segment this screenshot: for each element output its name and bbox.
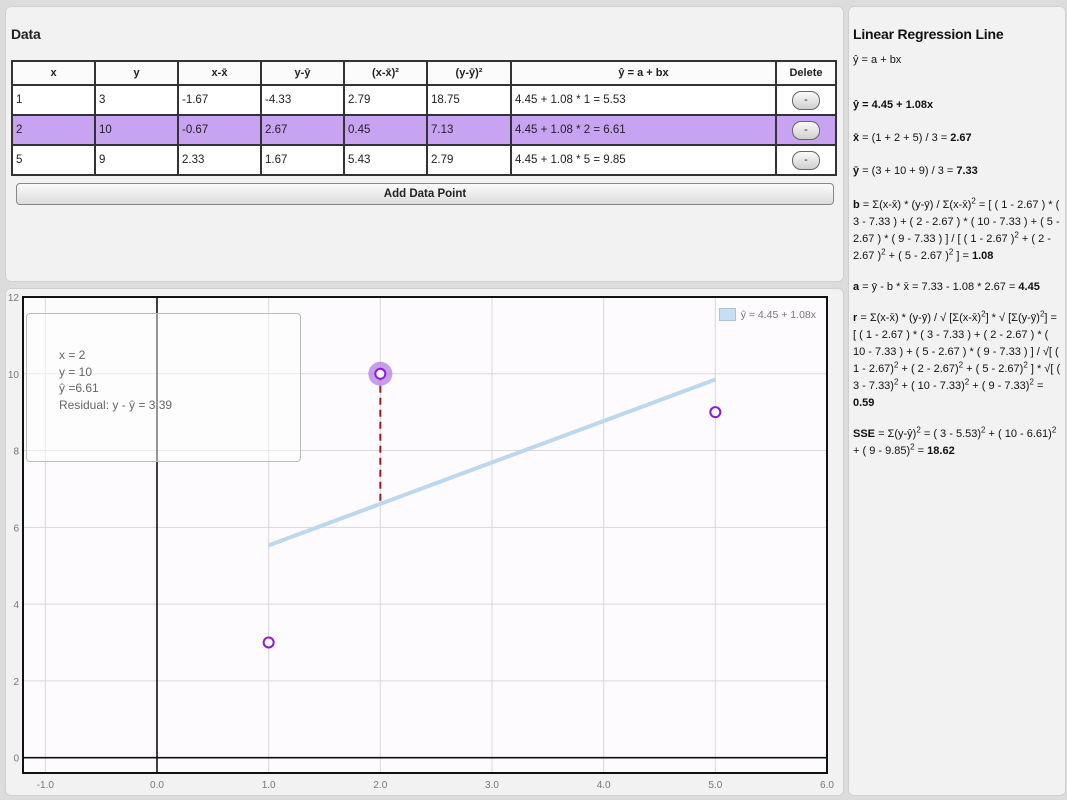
table-row[interactable]: 5 9 2.33 1.67 5.43 2.79 4.45 + 1.08 * 5 … xyxy=(11,144,837,176)
tooltip-residual: Residual: y - ŷ = 3.39 xyxy=(59,397,173,412)
table-header-row: x y x-x̄ y-ȳ (x-x̄)² (y-ȳ)² ŷ = a + bx D… xyxy=(11,60,837,86)
cell-yhat: 4.45 + 1.08 * 2 = 6.61 xyxy=(510,114,777,146)
chart-panel: -1.0 0.0 1.0 2.0 3.0 4.0 5.0 6.0 0 2 4 6 8 10 12 x = 2… xyxy=(5,288,844,796)
cell-yhat: 4.45 + 1.08 * 5 = 9.85 xyxy=(510,144,777,176)
legend-label: ŷ = 4.45 + 1.08x xyxy=(740,308,816,321)
regression-equation: ŷ = 4.45 + 1.08x xyxy=(853,99,934,111)
cell-dx2: 2.79 xyxy=(343,84,428,116)
delete-row-button[interactable]: - xyxy=(792,150,820,170)
header-yhat: ŷ = a + bx xyxy=(510,60,777,86)
tooltip-y: y = 10 xyxy=(59,364,93,379)
x-tick-label: 1.0 xyxy=(262,780,276,791)
data-table: x y x-x̄ y-ȳ (x-x̄)² (y-ȳ)² ŷ = a + bx D… xyxy=(11,60,837,176)
cell-y[interactable]: 10 xyxy=(94,114,179,146)
table-row-selected[interactable]: 2 10 -0.67 2.67 0.45 7.13 4.45 + 1.08 * … xyxy=(11,114,837,146)
mean-x-calc: x̄ = (1 + 2 + 5) / 3 = 2.67 xyxy=(853,132,972,144)
y-tick-label: 8 xyxy=(13,447,19,458)
cell-yhat: 4.45 + 1.08 * 1 = 5.53 xyxy=(510,84,777,116)
sse-calc: SSE = Σ(y-ŷ)2 = ( 3 - 5.53)2 + ( 10 - 6.… xyxy=(853,425,1057,457)
cell-dx: -0.67 xyxy=(177,114,262,146)
cell-delete: - xyxy=(775,114,837,146)
cell-x[interactable]: 5 xyxy=(11,144,96,176)
cell-delete: - xyxy=(775,144,837,176)
header-dy: y-ȳ xyxy=(260,60,345,86)
cell-dx: -1.67 xyxy=(177,84,262,116)
cell-dy2: 18.75 xyxy=(426,84,512,116)
x-tick-label: 4.0 xyxy=(597,780,611,791)
delete-row-button[interactable]: - xyxy=(792,120,820,140)
add-data-point-button[interactable]: Add Data Point xyxy=(16,183,834,205)
chart-legend[interactable]: ŷ = 4.45 + 1.08x xyxy=(718,308,816,321)
cell-dy2: 7.13 xyxy=(426,114,512,146)
mean-y-calc: ȳ = (3 + 10 + 9) / 3 = 7.33 xyxy=(853,165,978,177)
delete-row-button[interactable]: - xyxy=(792,90,820,110)
data-point[interactable] xyxy=(709,406,722,419)
regression-title: Linear Regression Line xyxy=(853,26,1004,42)
header-delete: Delete xyxy=(775,60,837,86)
header-y[interactable]: y xyxy=(94,60,179,86)
x-tick-label: 3.0 xyxy=(485,780,499,791)
cell-dx2: 5.43 xyxy=(343,144,428,176)
cell-dx2: 0.45 xyxy=(343,114,428,146)
cell-y[interactable]: 3 xyxy=(94,84,179,116)
legend-swatch xyxy=(718,308,736,321)
x-tick-label: 5.0 xyxy=(708,780,722,791)
slope-calc: b = Σ(x-x̄) * (y-ȳ) / Σ(x-x̄)2 = [ ( 1 -… xyxy=(853,196,1060,262)
data-title: Data xyxy=(11,26,41,42)
header-dy2: (y-ȳ)² xyxy=(426,60,512,86)
y-tick-label: 10 xyxy=(8,370,20,381)
correlation-calc: r = Σ(x-x̄) * (y-ȳ) / √ [Σ(x-x̄)2] * √ [… xyxy=(853,309,1061,409)
point-tooltip: x = 2 y = 10 ŷ =6.61 Residual: y - ŷ = 3… xyxy=(26,313,301,462)
header-dx: x-x̄ xyxy=(177,60,262,86)
x-tick-label: -1.0 xyxy=(37,780,55,791)
cell-dy: -4.33 xyxy=(260,84,345,116)
y-tick-label: 2 xyxy=(13,677,19,688)
tooltip-x: x = 2 xyxy=(59,348,86,362)
data-panel: Data x y x-x̄ y-ȳ (x-x̄)² (y-ȳ)² ŷ = a +… xyxy=(5,6,844,282)
y-tick-label: 4 xyxy=(13,600,19,611)
cell-dy2: 2.79 xyxy=(426,144,512,176)
data-point[interactable] xyxy=(262,636,275,649)
cell-dy: 1.67 xyxy=(260,144,345,176)
header-x[interactable]: x xyxy=(11,60,96,86)
cell-dx: 2.33 xyxy=(177,144,262,176)
cell-delete: - xyxy=(775,84,837,116)
x-tick-label: 6.0 xyxy=(820,780,834,791)
general-formula: ŷ = a + bx xyxy=(853,54,902,66)
x-tick-label: 2.0 xyxy=(373,780,387,791)
header-dx2: (x-x̄)² xyxy=(343,60,428,86)
intercept-calc: a = ȳ - b * x̄ = 7.33 - 1.08 * 2.67 = 4.… xyxy=(853,281,1040,293)
y-tick-label: 6 xyxy=(13,523,19,534)
cell-dy: 2.67 xyxy=(260,114,345,146)
table-row[interactable]: 1 3 -1.67 -4.33 2.79 18.75 4.45 + 1.08 *… xyxy=(11,84,837,116)
tooltip-yhat: ŷ =6.61 xyxy=(59,381,99,395)
x-tick-label: 0.0 xyxy=(150,780,164,791)
cell-y[interactable]: 9 xyxy=(94,144,179,176)
y-tick-label: 0 xyxy=(13,754,19,765)
cell-x[interactable]: 2 xyxy=(11,114,96,146)
regression-panel: Linear Regression Line ŷ = a + bx ŷ = 4.… xyxy=(848,6,1066,796)
y-tick-label: 12 xyxy=(8,293,20,304)
cell-x[interactable]: 1 xyxy=(11,84,96,116)
data-point[interactable] xyxy=(374,367,387,380)
